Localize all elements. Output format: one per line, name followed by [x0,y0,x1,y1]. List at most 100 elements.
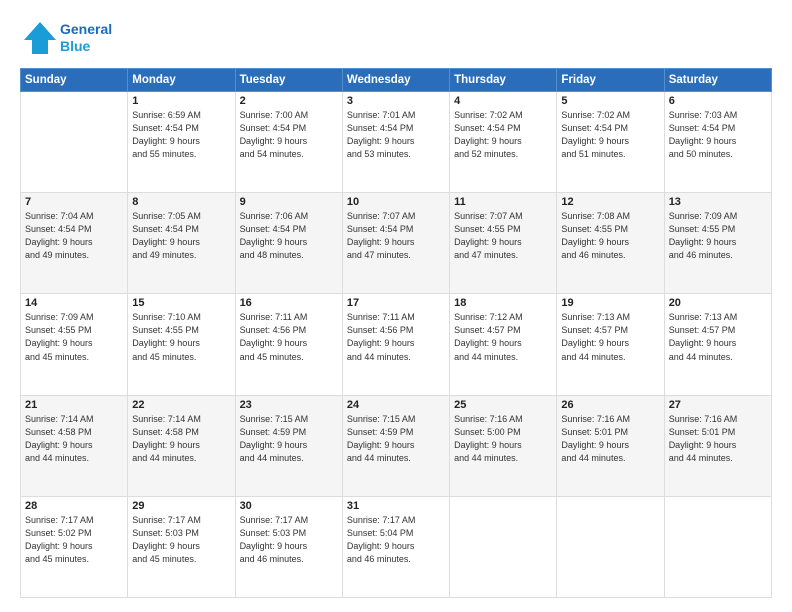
calendar-cell: 5 Sunrise: 7:02 AM Sunset: 4:54 PM Daylig… [557,92,664,193]
day-number: 8 [132,196,230,208]
day-info: Sunrise: 7:15 AM Sunset: 4:59 PM Dayligh… [347,413,445,465]
day-info: Sunrise: 7:17 AM Sunset: 5:02 PM Dayligh… [25,514,123,566]
day-info: Sunrise: 7:17 AM Sunset: 5:03 PM Dayligh… [240,514,338,566]
day-number: 9 [240,196,338,208]
calendar-cell: 2 Sunrise: 7:00 AM Sunset: 4:54 PM Daylig… [235,92,342,193]
calendar-cell: 19Sunrise: 7:13 AM Sunset: 4:57 PM Dayli… [557,294,664,395]
calendar-cell: 1Sunrise: 6:59 AM Sunset: 4:54 PM Daylig… [128,92,235,193]
calendar-cell: 20Sunrise: 7:13 AM Sunset: 4:57 PM Dayli… [664,294,771,395]
day-number: 2 [240,95,338,107]
calendar-cell: 18 Sunrise: 7:12 AM Sunset: 4:57 PM Dayli… [450,294,557,395]
calendar-cell: 27 Sunrise: 7:16 AM Sunset: 5:01 PM Dayli… [664,395,771,496]
day-info: Sunrise: 7:06 AM Sunset: 4:54 PM Dayligh… [240,210,338,262]
day-info: Sunrise: 7:15 AM Sunset: 4:59 PM Dayligh… [240,413,338,465]
calendar-cell: 26Sunrise: 7:16 AM Sunset: 5:01 PM Dayli… [557,395,664,496]
day-info: Sunrise: 7:01 AM Sunset: 4:54 PM Dayligh… [347,109,445,161]
day-number: 7 [25,196,123,208]
calendar-cell: 4 Sunrise: 7:02 AM Sunset: 4:54 PM Daylig… [450,92,557,193]
calendar-cell: 9 Sunrise: 7:06 AM Sunset: 4:54 PM Daylig… [235,193,342,294]
day-number: 1 [132,95,230,107]
day-number: 27 [669,399,767,411]
weekday-header-thursday: Thursday [450,69,557,92]
day-info: Sunrise: 7:03 AM Sunset: 4:54 PM Dayligh… [669,109,767,161]
calendar-cell: 23 Sunrise: 7:15 AM Sunset: 4:59 PM Dayli… [235,395,342,496]
calendar-cell: 15 Sunrise: 7:10 AM Sunset: 4:55 PM Dayli… [128,294,235,395]
calendar-cell: 3 Sunrise: 7:01 AM Sunset: 4:54 PM Daylig… [342,92,449,193]
calendar-cell: 21 Sunrise: 7:14 AM Sunset: 4:58 PM Dayli… [21,395,128,496]
day-info: Sunrise: 7:17 AM Sunset: 5:04 PM Dayligh… [347,514,445,566]
day-number: 15 [132,297,230,309]
day-info: Sunrise: 7:02 AM Sunset: 4:54 PM Dayligh… [454,109,552,161]
calendar-cell: 24 Sunrise: 7:15 AM Sunset: 4:59 PM Dayli… [342,395,449,496]
week-row-1: 1Sunrise: 6:59 AM Sunset: 4:54 PM Daylig… [21,92,772,193]
weekday-header-wednesday: Wednesday [342,69,449,92]
day-info: Sunrise: 7:11 AM Sunset: 4:56 PM Dayligh… [347,311,445,363]
calendar-cell: 25 Sunrise: 7:16 AM Sunset: 5:00 PM Dayli… [450,395,557,496]
day-info: Sunrise: 7:16 AM Sunset: 5:00 PM Dayligh… [454,413,552,465]
day-info: Sunrise: 7:14 AM Sunset: 4:58 PM Dayligh… [132,413,230,465]
weekday-header-saturday: Saturday [664,69,771,92]
calendar-cell: 11 Sunrise: 7:07 AM Sunset: 4:55 PM Dayli… [450,193,557,294]
day-info: Sunrise: 7:07 AM Sunset: 4:55 PM Dayligh… [454,210,552,262]
calendar-cell: 28Sunrise: 7:17 AM Sunset: 5:02 PM Dayli… [21,496,128,597]
day-info: Sunrise: 7:14 AM Sunset: 4:58 PM Dayligh… [25,413,123,465]
calendar-cell: 17 Sunrise: 7:11 AM Sunset: 4:56 PM Dayli… [342,294,449,395]
page: General Blue SundayMondayTuesdayWednesda… [0,0,792,612]
calendar-cell [450,496,557,597]
week-row-2: 7Sunrise: 7:04 AM Sunset: 4:54 PM Daylig… [21,193,772,294]
week-row-5: 28Sunrise: 7:17 AM Sunset: 5:02 PM Dayli… [21,496,772,597]
day-info: Sunrise: 7:13 AM Sunset: 4:57 PM Dayligh… [561,311,659,363]
calendar-cell: 31 Sunrise: 7:17 AM Sunset: 5:04 PM Dayli… [342,496,449,597]
day-info: Sunrise: 7:12 AM Sunset: 4:57 PM Dayligh… [454,311,552,363]
calendar-table: SundayMondayTuesdayWednesdayThursdayFrid… [20,68,772,598]
weekday-header-row: SundayMondayTuesdayWednesdayThursdayFrid… [21,69,772,92]
calendar-cell: 12 Sunrise: 7:08 AM Sunset: 4:55 PM Dayli… [557,193,664,294]
day-number: 16 [240,297,338,309]
day-info: Sunrise: 7:10 AM Sunset: 4:55 PM Dayligh… [132,311,230,363]
calendar-cell: 14Sunrise: 7:09 AM Sunset: 4:55 PM Dayli… [21,294,128,395]
day-number: 24 [347,399,445,411]
day-number: 20 [669,297,767,309]
day-number: 31 [347,500,445,512]
day-number: 12 [561,196,659,208]
day-number: 25 [454,399,552,411]
weekday-header-tuesday: Tuesday [235,69,342,92]
calendar-cell: 8Sunrise: 7:05 AM Sunset: 4:54 PM Daylig… [128,193,235,294]
day-number: 14 [25,297,123,309]
week-row-4: 21 Sunrise: 7:14 AM Sunset: 4:58 PM Dayli… [21,395,772,496]
header: General Blue [20,18,772,58]
weekday-header-friday: Friday [557,69,664,92]
day-number: 4 [454,95,552,107]
calendar-cell: 29Sunrise: 7:17 AM Sunset: 5:03 PM Dayli… [128,496,235,597]
calendar-cell: 22 Sunrise: 7:14 AM Sunset: 4:58 PM Dayli… [128,395,235,496]
day-number: 21 [25,399,123,411]
day-number: 17 [347,297,445,309]
calendar-cell: 16 Sunrise: 7:11 AM Sunset: 4:56 PM Dayli… [235,294,342,395]
logo-svg [20,18,56,58]
day-number: 6 [669,95,767,107]
weekday-header-sunday: Sunday [21,69,128,92]
day-info: Sunrise: 7:08 AM Sunset: 4:55 PM Dayligh… [561,210,659,262]
week-row-3: 14Sunrise: 7:09 AM Sunset: 4:55 PM Dayli… [21,294,772,395]
day-info: Sunrise: 7:16 AM Sunset: 5:01 PM Dayligh… [561,413,659,465]
day-number: 23 [240,399,338,411]
calendar-cell: 7Sunrise: 7:04 AM Sunset: 4:54 PM Daylig… [21,193,128,294]
day-number: 5 [561,95,659,107]
day-number: 30 [240,500,338,512]
weekday-header-monday: Monday [128,69,235,92]
calendar-cell [557,496,664,597]
calendar-cell: 30 Sunrise: 7:17 AM Sunset: 5:03 PM Dayli… [235,496,342,597]
day-number: 10 [347,196,445,208]
day-number: 18 [454,297,552,309]
day-info: Sunrise: 7:16 AM Sunset: 5:01 PM Dayligh… [669,413,767,465]
day-number: 3 [347,95,445,107]
day-info: Sunrise: 7:00 AM Sunset: 4:54 PM Dayligh… [240,109,338,161]
day-info: Sunrise: 7:11 AM Sunset: 4:56 PM Dayligh… [240,311,338,363]
logo: General Blue [20,18,112,58]
calendar-cell: 13Sunrise: 7:09 AM Sunset: 4:55 PM Dayli… [664,193,771,294]
day-info: Sunrise: 7:02 AM Sunset: 4:54 PM Dayligh… [561,109,659,161]
day-info: Sunrise: 7:07 AM Sunset: 4:54 PM Dayligh… [347,210,445,262]
day-number: 29 [132,500,230,512]
day-number: 11 [454,196,552,208]
day-number: 22 [132,399,230,411]
